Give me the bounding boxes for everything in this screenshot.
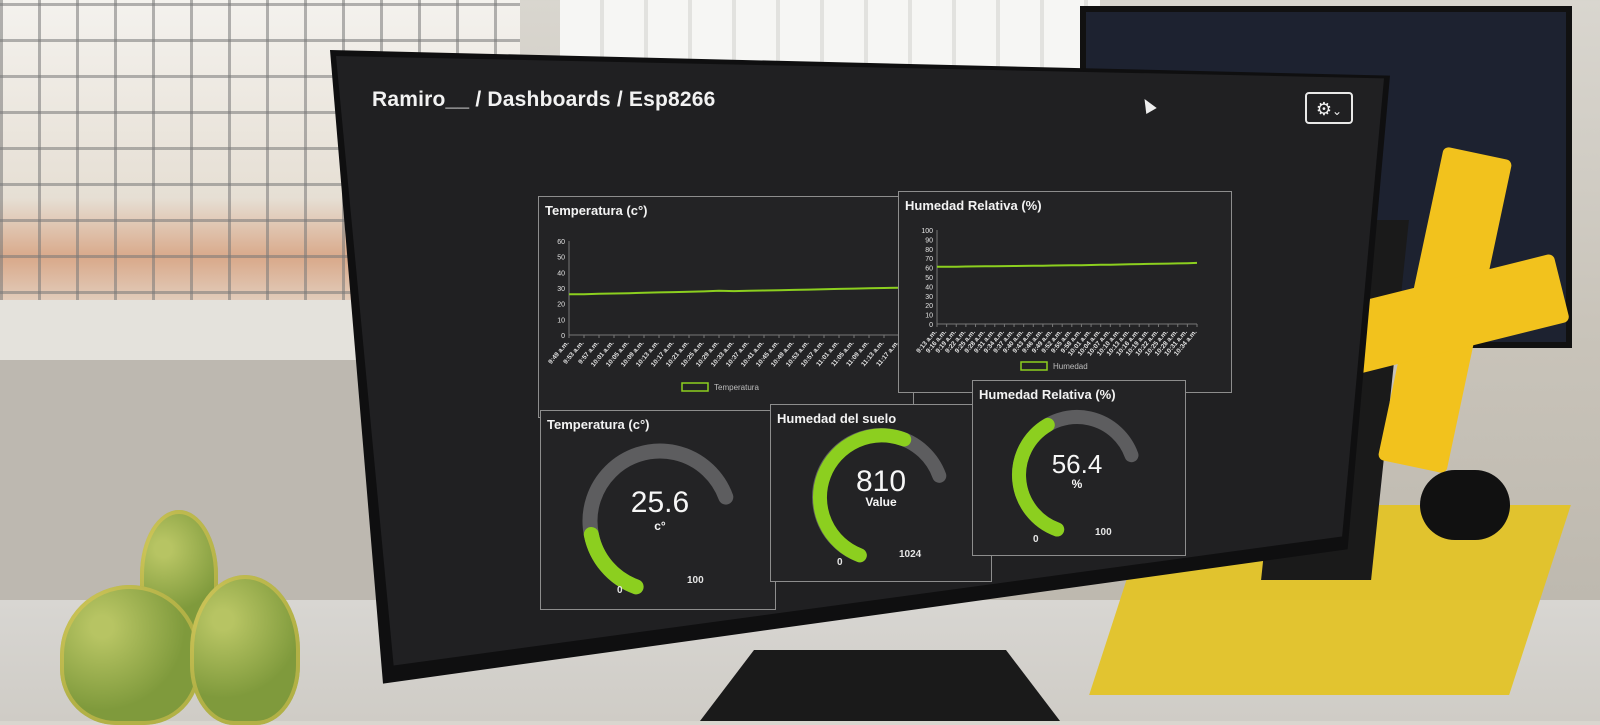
legend-label: Temperatura — [714, 383, 759, 392]
gear-icon: ⚙ — [1315, 99, 1333, 119]
soil-humidity-gauge-panel: Humedad del suelo 810 Value 0 1024 — [770, 404, 992, 582]
breadcrumb[interactable]: Ramiro__ / Dashboards / Esp8266 — [372, 88, 716, 112]
gauge-max: 1024 — [899, 549, 922, 560]
y-tick-label: 40 — [557, 270, 565, 277]
gauge-unit: Value — [865, 495, 897, 509]
y-tick-label: 50 — [557, 255, 565, 262]
y-tick-label: 60 — [925, 266, 933, 273]
temperature-chart-panel: Temperatura (c°) 0 10 20 30 40 50 60 9:49 a.m. 9… — [538, 196, 914, 418]
chevron-down-icon: ⌄ — [1332, 104, 1343, 118]
y-tick-label: 80 — [925, 247, 933, 254]
gauge-min: 0 — [617, 585, 623, 596]
gauge-value: 25.6 — [630, 486, 690, 519]
computer-mouse — [1420, 470, 1510, 540]
series-line-humedad — [937, 261, 1198, 268]
y-tick-label: 0 — [561, 333, 565, 340]
monitor-stand — [700, 650, 1060, 721]
gauge-max: 100 — [1095, 527, 1112, 538]
y-tick-label: 50 — [925, 275, 933, 282]
y-tick-label: 100 — [921, 228, 933, 235]
series-line-temperatura — [569, 286, 900, 296]
y-tick-label: 30 — [925, 294, 933, 301]
cactus-pad — [190, 575, 300, 725]
humidity-line-chart: 01020304050607080901009:13 a.m.9:16 a.m.… — [915, 228, 1198, 371]
gauge-unit: c° — [654, 519, 666, 533]
settings-button[interactable]: ⚙⌄ — [1305, 92, 1353, 124]
panel-title: Humedad Relativa (%) — [905, 198, 1042, 213]
y-tick-label: 40 — [925, 284, 933, 291]
humidity-chart-panel: Humedad Relativa (%) 0 10 20 30 40 50 60 70 80 90… — [898, 191, 1232, 393]
gauge-max: 100 — [687, 575, 704, 586]
y-tick-label: 10 — [925, 313, 933, 320]
gauge-value: 56.4 — [1051, 449, 1103, 479]
humidity-gauge-panel: Humedad Relativa (%) 56.4 % 0 100 — [972, 380, 1186, 556]
temperature-line-chart: 01020304050609:49 a.m.9:53 a.m.9:57 a.m.… — [547, 239, 900, 392]
gauge-min: 0 — [1033, 534, 1039, 545]
gauge-value: 810 — [855, 465, 907, 498]
legend-label: Humedad — [1053, 362, 1088, 371]
y-tick-label: 70 — [925, 256, 933, 263]
cactus-pad — [60, 585, 200, 725]
y-tick-label: 0 — [929, 322, 933, 329]
panel-title: Temperatura (c°) — [545, 203, 648, 218]
legend-swatch — [681, 382, 709, 392]
y-tick-label: 90 — [925, 237, 933, 244]
gauge-fill — [583, 527, 644, 595]
y-tick-label: 30 — [557, 286, 565, 293]
legend-swatch — [1020, 361, 1048, 371]
temperature-gauge-panel: Temperatura (c°) 25.6 c° 0 100 — [540, 410, 776, 610]
y-tick-label: 20 — [557, 302, 565, 309]
y-tick-label: 10 — [557, 317, 565, 324]
gauge-min: 0 — [837, 557, 843, 568]
gauge-unit: % — [1071, 477, 1083, 491]
y-tick-label: 20 — [925, 303, 933, 310]
y-tick-label: 60 — [557, 239, 565, 246]
